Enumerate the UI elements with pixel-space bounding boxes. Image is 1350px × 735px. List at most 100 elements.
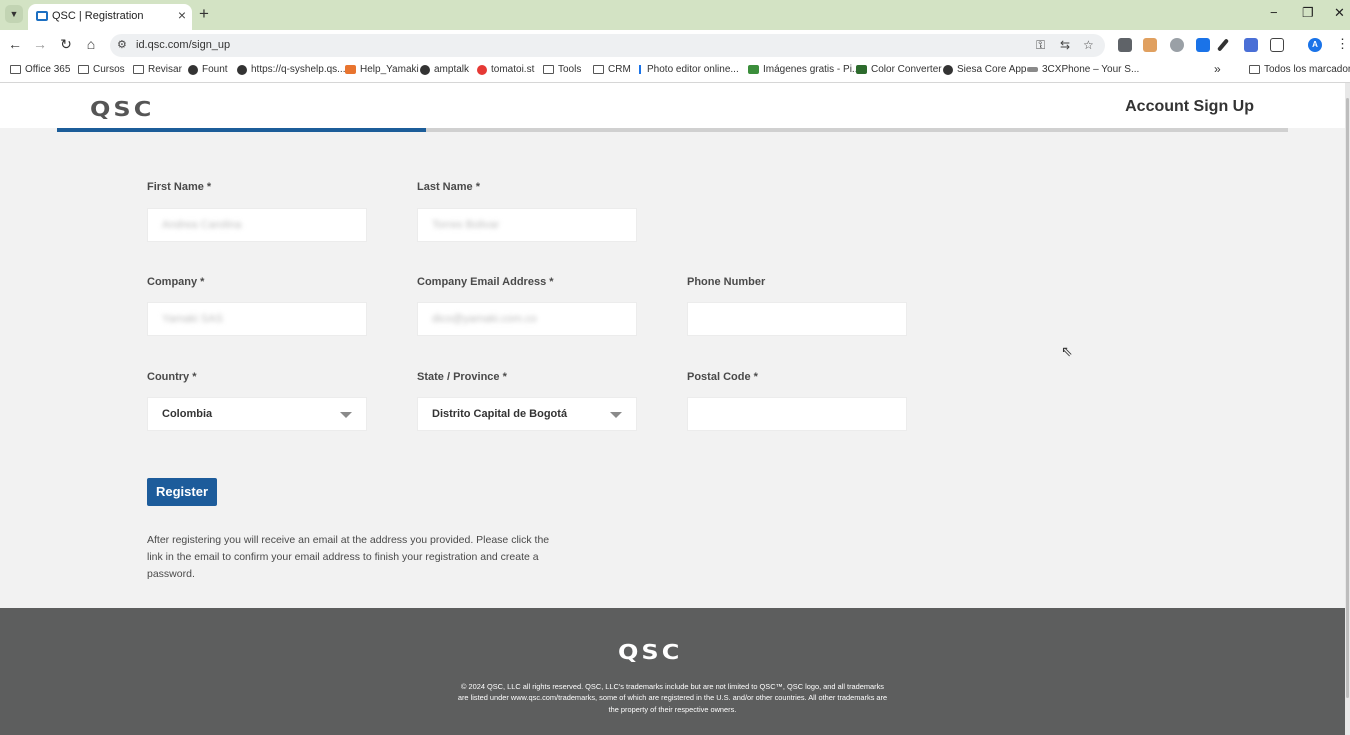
email-field[interactable] bbox=[417, 302, 637, 336]
state-value: Distrito Capital de Bogotá bbox=[432, 408, 568, 420]
bookmark-item[interactable]: tomatoi.st bbox=[477, 64, 534, 75]
qsc-favicon-icon bbox=[36, 11, 48, 21]
signup-progress-bar bbox=[57, 128, 1288, 132]
last-name-field[interactable] bbox=[417, 208, 637, 242]
bookmark-item[interactable]: Fount bbox=[188, 64, 228, 75]
signup-progress-fill bbox=[57, 128, 427, 132]
last-name-label: Last Name * bbox=[417, 181, 480, 193]
extension-blue-icon[interactable] bbox=[1196, 38, 1210, 52]
bookmark-item[interactable]: Help_Yamaki bbox=[345, 64, 419, 75]
bookmark-item[interactable]: Photo editor online... bbox=[639, 64, 739, 75]
globe-icon bbox=[188, 64, 198, 75]
folder-icon bbox=[1249, 65, 1260, 74]
bookmark-item[interactable]: Color Converter bbox=[856, 64, 942, 75]
bookmarks-bar: Office 365 Cursos Revisar Fount https://… bbox=[0, 60, 1350, 82]
first-name-input[interactable] bbox=[148, 209, 366, 241]
country-select[interactable]: Colombia bbox=[147, 397, 367, 431]
globe-icon bbox=[943, 64, 953, 75]
reload-icon[interactable]: ↻ bbox=[57, 36, 75, 53]
scrollbar-thumb[interactable] bbox=[1346, 98, 1349, 698]
globe-icon bbox=[420, 64, 430, 75]
new-tab-button[interactable]: + bbox=[199, 4, 209, 24]
bookmark-item[interactable]: amptalk bbox=[420, 64, 469, 75]
page-scrollbar[interactable] bbox=[1345, 83, 1350, 735]
first-name-field[interactable] bbox=[147, 208, 367, 242]
phone-input[interactable] bbox=[688, 303, 906, 335]
page-content: QSC Account Sign Up First Name * Last Na… bbox=[0, 83, 1345, 735]
postal-code-input[interactable] bbox=[688, 398, 906, 430]
address-bar[interactable]: ⚙ id.qsc.com/sign_up ⚿ ⇆ ☆ bbox=[110, 34, 1105, 57]
footer-legal-text: © 2024 QSC, LLC all rights reserved. QSC… bbox=[457, 682, 888, 714]
folder-icon bbox=[78, 65, 89, 74]
bookmark-item[interactable]: Revisar bbox=[133, 64, 182, 75]
chevron-down-icon bbox=[340, 412, 352, 418]
folder-icon bbox=[543, 65, 554, 74]
last-name-input[interactable] bbox=[418, 209, 636, 241]
email-label: Company Email Address * bbox=[417, 276, 554, 288]
active-tab[interactable]: QSC | Registration × bbox=[28, 4, 192, 30]
state-label: State / Province * bbox=[417, 371, 507, 383]
bookmark-item[interactable]: Tools bbox=[543, 64, 581, 75]
pin-icon bbox=[639, 65, 643, 74]
phone-field[interactable] bbox=[687, 302, 907, 336]
tab-search-button[interactable]: ▼ bbox=[5, 5, 23, 23]
forward-icon[interactable]: → bbox=[31, 36, 49, 52]
state-select[interactable]: Distrito Capital de Bogotá bbox=[417, 397, 637, 431]
browser-menu-icon[interactable]: ⋮ bbox=[1336, 36, 1349, 52]
email-input[interactable] bbox=[418, 303, 636, 335]
bookmark-item[interactable]: CRM bbox=[593, 64, 631, 75]
folder-icon bbox=[133, 65, 144, 74]
postal-code-label: Postal Code * bbox=[687, 371, 758, 383]
bookmark-item[interactable]: Siesa Core App bbox=[943, 64, 1027, 75]
folder-icon bbox=[593, 65, 604, 74]
register-button[interactable]: Register bbox=[147, 478, 217, 506]
more-bookmarks-icon[interactable]: » bbox=[1214, 62, 1221, 76]
tomato-icon bbox=[477, 64, 487, 75]
all-bookmarks-item[interactable]: Todos los marcadores bbox=[1249, 64, 1350, 75]
extension-badge-icon[interactable] bbox=[1170, 38, 1184, 52]
app-icon bbox=[748, 65, 759, 74]
url-text[interactable]: id.qsc.com/sign_up bbox=[136, 39, 230, 51]
site-header: QSC Account Sign Up bbox=[0, 83, 1345, 128]
close-window-button[interactable]: ✕ bbox=[1334, 5, 1345, 21]
mouse-cursor-icon: ⇖ bbox=[1061, 343, 1073, 359]
bookmark-item[interactable]: Cursos bbox=[78, 64, 125, 75]
restore-button[interactable]: ❐ bbox=[1302, 5, 1314, 21]
qsc-logo[interactable]: QSC bbox=[90, 97, 154, 121]
company-label: Company * bbox=[147, 276, 205, 288]
profile-avatar[interactable]: A bbox=[1308, 38, 1322, 52]
password-key-icon[interactable]: ⚿ bbox=[1036, 38, 1045, 53]
phone-label: Phone Number bbox=[687, 276, 766, 288]
company-input[interactable] bbox=[148, 303, 366, 335]
bookmark-item[interactable]: Imágenes gratis - Pi... bbox=[748, 64, 860, 75]
extension-translate-icon[interactable] bbox=[1244, 38, 1258, 52]
w-icon bbox=[856, 65, 867, 74]
extension-f-icon[interactable] bbox=[1118, 38, 1132, 52]
tab-title: QSC | Registration bbox=[52, 10, 144, 22]
eyedropper-icon[interactable] bbox=[1216, 38, 1230, 52]
bookmark-item[interactable]: 3CXPhone – Your S... bbox=[1027, 64, 1139, 75]
bookmark-star-icon[interactable]: ☆ bbox=[1083, 38, 1094, 52]
footer-qsc-logo: QSC bbox=[618, 640, 683, 664]
folder-icon bbox=[10, 65, 21, 74]
globe-icon bbox=[237, 64, 247, 75]
first-name-label: First Name * bbox=[147, 181, 212, 193]
bookmark-item[interactable]: Office 365 bbox=[10, 64, 70, 75]
registration-help-text: After registering you will receive an em… bbox=[147, 534, 550, 580]
bookmark-item[interactable]: https://q-syshelp.qs... bbox=[237, 64, 346, 75]
country-label: Country * bbox=[147, 371, 197, 383]
postal-code-field[interactable] bbox=[687, 397, 907, 431]
minimize-button[interactable]: − bbox=[1270, 5, 1278, 20]
home-icon[interactable]: ⌂ bbox=[82, 36, 100, 52]
extensions-puzzle-icon[interactable] bbox=[1270, 38, 1284, 52]
extension-app-icon[interactable] bbox=[1143, 38, 1157, 52]
browser-tabstrip: ▼ QSC | Registration × + − ❐ ✕ bbox=[0, 0, 1350, 30]
site-settings-icon[interactable]: ⚙ bbox=[117, 38, 127, 51]
browser-toolbar: ← → ↻ ⌂ ⚙ id.qsc.com/sign_up ⚿ ⇆ ☆ A ⋮ bbox=[0, 30, 1350, 60]
tab-close-icon[interactable]: × bbox=[178, 7, 186, 23]
company-field[interactable] bbox=[147, 302, 367, 336]
chevron-down-icon bbox=[610, 412, 622, 418]
translate-icon[interactable]: ⇆ bbox=[1060, 38, 1070, 52]
back-icon[interactable]: ← bbox=[6, 36, 24, 52]
app-icon bbox=[1027, 67, 1038, 72]
